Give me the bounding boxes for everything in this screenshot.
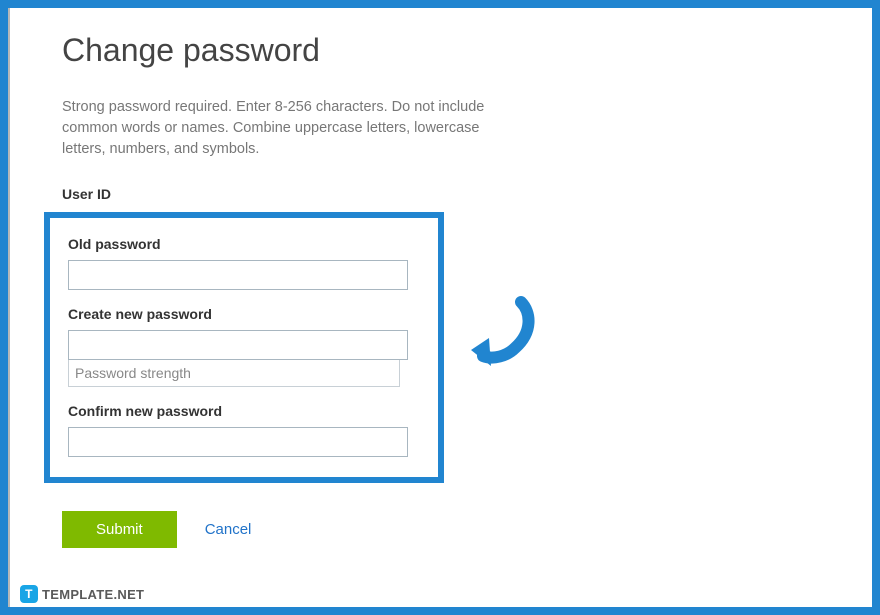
watermark-text: TEMPLATE.NET [42, 587, 144, 602]
annotation-arrow-icon [463, 294, 543, 384]
cancel-link[interactable]: Cancel [205, 521, 252, 538]
submit-button[interactable]: Submit [62, 511, 177, 548]
confirm-password-input[interactable] [68, 427, 408, 457]
password-fields-highlight: Old password Create new password Passwor… [44, 212, 444, 483]
watermark: T TEMPLATE.NET [20, 585, 144, 603]
action-buttons: Submit Cancel [62, 511, 832, 548]
watermark-logo-icon: T [20, 585, 38, 603]
password-instructions: Strong password required. Enter 8-256 ch… [62, 97, 502, 160]
old-password-input[interactable] [68, 260, 408, 290]
old-password-group: Old password [68, 236, 420, 290]
user-id-label: User ID [62, 186, 832, 202]
page-content: Change password Strong password required… [8, 8, 872, 568]
new-password-label: Create new password [68, 306, 420, 322]
password-strength-indicator: Password strength [68, 359, 400, 387]
confirm-password-label: Confirm new password [68, 403, 420, 419]
confirm-password-group: Confirm new password [68, 403, 420, 457]
new-password-group: Create new password Password strength [68, 306, 420, 387]
page-title: Change password [62, 32, 832, 69]
outer-annotation-frame: Change password Strong password required… [0, 0, 880, 615]
new-password-input[interactable] [68, 330, 408, 360]
old-password-label: Old password [68, 236, 420, 252]
